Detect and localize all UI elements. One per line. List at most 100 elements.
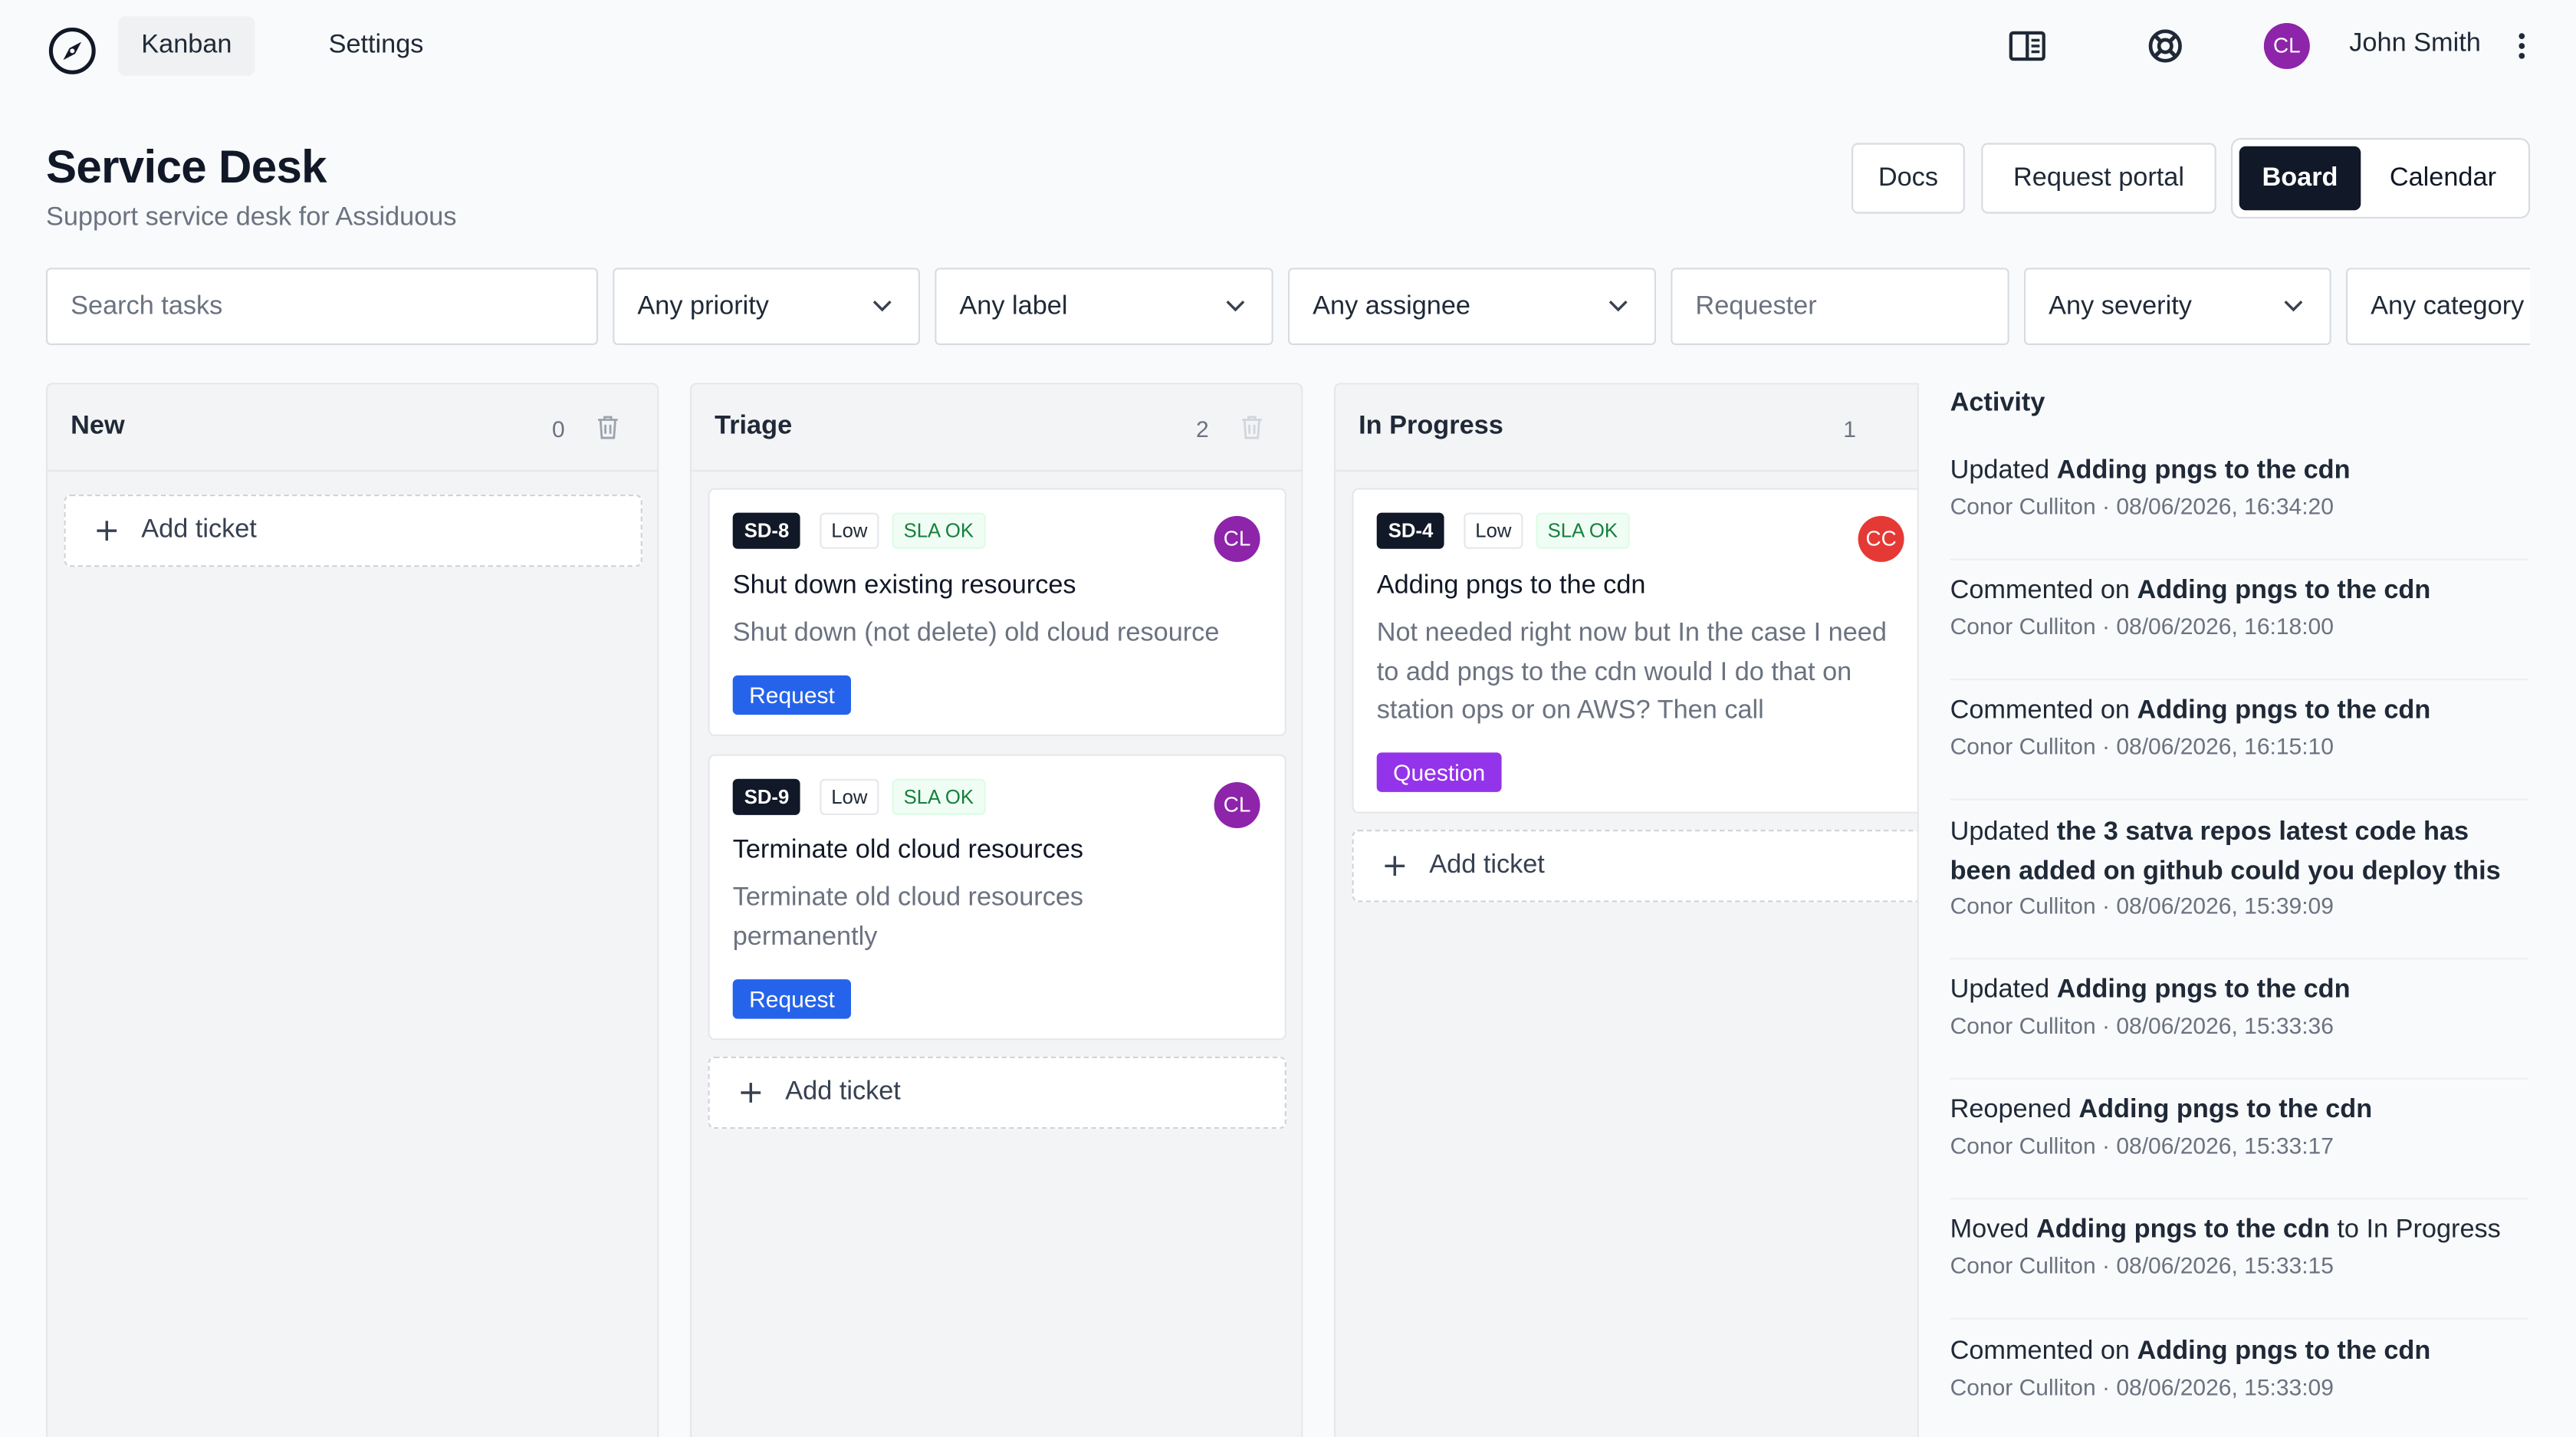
- label-filter-value: Any label: [959, 292, 1068, 321]
- priority-badge: Low: [820, 778, 879, 815]
- assignee-avatar[interactable]: CL: [1214, 781, 1260, 828]
- priority-filter[interactable]: Any priority: [613, 268, 920, 345]
- severity-filter[interactable]: Any severity: [2024, 268, 2331, 345]
- activity-item[interactable]: Reopened Adding pngs to the cdn Conor Cu…: [1950, 1091, 2528, 1200]
- activity-panel: Activity Updated Adding pngs to the cdn …: [1917, 383, 2576, 1437]
- activity-text: Updated Adding pngs to the cdn: [1950, 456, 2351, 485]
- view-toggle: Board Calendar: [2231, 138, 2530, 219]
- ticket-id-badge: SD-9: [732, 778, 801, 815]
- activity-ticket-link[interactable]: Adding pngs to the cdn: [2137, 1337, 2431, 1365]
- user-avatar[interactable]: CL: [2263, 23, 2310, 69]
- ticket-id-badge: SD-8: [732, 512, 801, 549]
- column-header: Triage 2: [692, 384, 1302, 472]
- tab-kanban[interactable]: Kanban: [118, 16, 255, 76]
- activity-ticket-link[interactable]: Adding pngs to the cdn: [2036, 1216, 2330, 1244]
- add-ticket-button[interactable]: Add ticket: [708, 1056, 1286, 1130]
- help-lifebuoy-icon[interactable]: [2146, 26, 2185, 65]
- request-portal-button[interactable]: Request portal: [1981, 143, 2216, 214]
- activity-meta: Conor Culliton · 08/06/2026, 15:33:09: [1950, 1373, 2334, 1399]
- activity-item[interactable]: Updated Adding pngs to the cdn Conor Cul…: [1950, 971, 2528, 1080]
- activity-meta: Conor Culliton · 08/06/2026, 15:33:17: [1950, 1131, 2334, 1158]
- plus-icon: [741, 1083, 761, 1103]
- activity-text: Commented on Adding pngs to the cdn: [1950, 577, 2431, 605]
- column-new: New 0 Add ticket: [46, 383, 659, 1437]
- activity-item[interactable]: Commented on Adding pngs to the cdn Cono…: [1950, 1333, 2528, 1437]
- activity-meta: Conor Culliton · 08/06/2026, 16:15:10: [1950, 732, 2334, 758]
- activity-meta: Conor Culliton · 08/06/2026, 16:18:00: [1950, 612, 2334, 639]
- activity-item[interactable]: Commented on Adding pngs to the cdn Cono…: [1950, 692, 2528, 801]
- category-filter[interactable]: Any category: [2346, 268, 2530, 345]
- activity-title: Activity: [1950, 389, 2045, 418]
- sla-badge: SLA OK: [1536, 512, 1630, 549]
- activity-ticket-link[interactable]: Adding pngs to the cdn: [2057, 457, 2351, 485]
- column-title: In Progress: [1359, 412, 1503, 441]
- more-vertical-icon[interactable]: [2514, 30, 2530, 63]
- category-badge: Request: [732, 675, 852, 715]
- activity-meta: Conor Culliton · 08/06/2026, 15:33:15: [1950, 1251, 2334, 1278]
- ticket-description: Not needed right now but In the case I n…: [1376, 619, 1887, 725]
- chevron-down-icon: [1226, 301, 1245, 312]
- column-title: New: [71, 412, 125, 441]
- ticket-title: Adding pngs to the cdn: [1376, 571, 1646, 600]
- ticket-card[interactable]: SD-4 Low SLA OK CC Adding pngs to the cd…: [1352, 488, 1917, 814]
- column-title: Triage: [715, 412, 793, 441]
- add-ticket-label: Add ticket: [141, 515, 257, 544]
- add-ticket-button[interactable]: Add ticket: [64, 495, 642, 567]
- add-ticket-label: Add ticket: [785, 1077, 901, 1107]
- plus-icon: [1385, 856, 1405, 876]
- column-count: 2: [1196, 416, 1209, 442]
- priority-filter-value: Any priority: [637, 292, 769, 321]
- activity-item[interactable]: Commented on Adding pngs to the cdn Cono…: [1950, 572, 2528, 681]
- category-filter-value: Any category: [2371, 292, 2525, 321]
- ticket-id-badge: SD-4: [1376, 512, 1445, 549]
- activity-ticket-link[interactable]: Adding pngs to the cdn: [2078, 1096, 2372, 1123]
- label-filter[interactable]: Any label: [935, 268, 1273, 345]
- severity-filter-value: Any severity: [2049, 292, 2192, 321]
- activity-ticket-link[interactable]: Adding pngs to the cdn: [2137, 697, 2431, 725]
- activity-item[interactable]: Updated the 3 satva repos latest code ha…: [1950, 814, 2528, 960]
- column-triage: Triage 2 SD-8 Low SLA OK CL Shut down ex…: [690, 383, 1303, 1437]
- activity-item[interactable]: Moved Adding pngs to the cdn to In Progr…: [1950, 1211, 2528, 1320]
- chevron-down-icon: [1608, 301, 1628, 312]
- assignee-filter-value: Any assignee: [1313, 292, 1470, 321]
- trash-icon[interactable]: [1240, 414, 1263, 440]
- activity-meta: Conor Culliton · 08/06/2026, 15:33:36: [1950, 1011, 2334, 1038]
- assignee-filter[interactable]: Any assignee: [1288, 268, 1656, 345]
- trash-icon[interactable]: [596, 414, 619, 440]
- sla-badge: SLA OK: [892, 512, 986, 549]
- activity-text: Updated Adding pngs to the cdn: [1950, 975, 2351, 1005]
- activity-ticket-link[interactable]: Adding pngs to the cdn: [2057, 976, 2351, 1004]
- activity-item[interactable]: Updated Adding pngs to the cdn Conor Cul…: [1950, 452, 2528, 561]
- activity-text: Moved Adding pngs to the cdn to In Progr…: [1950, 1215, 2501, 1245]
- sidebar-panel-icon[interactable]: [2008, 26, 2047, 65]
- app-root: Kanban Settings CL John Smith Service De…: [0, 0, 2576, 1437]
- compass-logo-icon[interactable]: [46, 25, 99, 77]
- activity-ticket-link[interactable]: Adding pngs to the cdn: [2137, 577, 2431, 604]
- assignee-avatar[interactable]: CL: [1214, 515, 1260, 562]
- user-name[interactable]: John Smith: [2349, 30, 2481, 60]
- activity-text: Commented on Adding pngs to the cdn: [1950, 696, 2431, 725]
- assignee-avatar[interactable]: CC: [1858, 515, 1904, 562]
- calendar-view-button[interactable]: Calendar: [2367, 146, 2518, 211]
- board-view-button[interactable]: Board: [2239, 146, 2361, 211]
- priority-badge: Low: [820, 512, 879, 549]
- activity-text: Updated the 3 satva repos latest code ha…: [1950, 818, 2501, 885]
- requester-input[interactable]: Requester: [1671, 268, 2009, 345]
- priority-badge: Low: [1464, 512, 1523, 549]
- activity-meta: Conor Culliton · 08/06/2026, 16:34:20: [1950, 492, 2334, 519]
- column-header: In Progress 1: [1336, 384, 1917, 472]
- add-ticket-label: Add ticket: [1429, 851, 1545, 880]
- ticket-description: Terminate old cloud resources permanentl…: [732, 883, 1084, 951]
- ticket-card[interactable]: SD-8 Low SLA OK CL Shut down existing re…: [708, 488, 1286, 736]
- add-ticket-button[interactable]: Add ticket: [1352, 830, 1917, 903]
- chevron-down-icon: [2284, 301, 2303, 312]
- activity-text: Commented on Adding pngs to the cdn: [1950, 1337, 2431, 1366]
- search-tasks-input[interactable]: Search tasks: [46, 268, 598, 345]
- docs-button[interactable]: Docs: [1852, 143, 1965, 214]
- tab-settings[interactable]: Settings: [306, 16, 447, 75]
- column-in-progress: In Progress 1 SD-4 Low SLA OK CC Adding …: [1334, 383, 1917, 1437]
- page-title: Service Desk: [46, 141, 327, 192]
- chevron-down-icon: [872, 301, 892, 312]
- ticket-card[interactable]: SD-9 Low SLA OK CL Terminate old cloud r…: [708, 754, 1286, 1041]
- ticket-description: Shut down (not delete) old cloud resourc…: [732, 619, 1220, 648]
